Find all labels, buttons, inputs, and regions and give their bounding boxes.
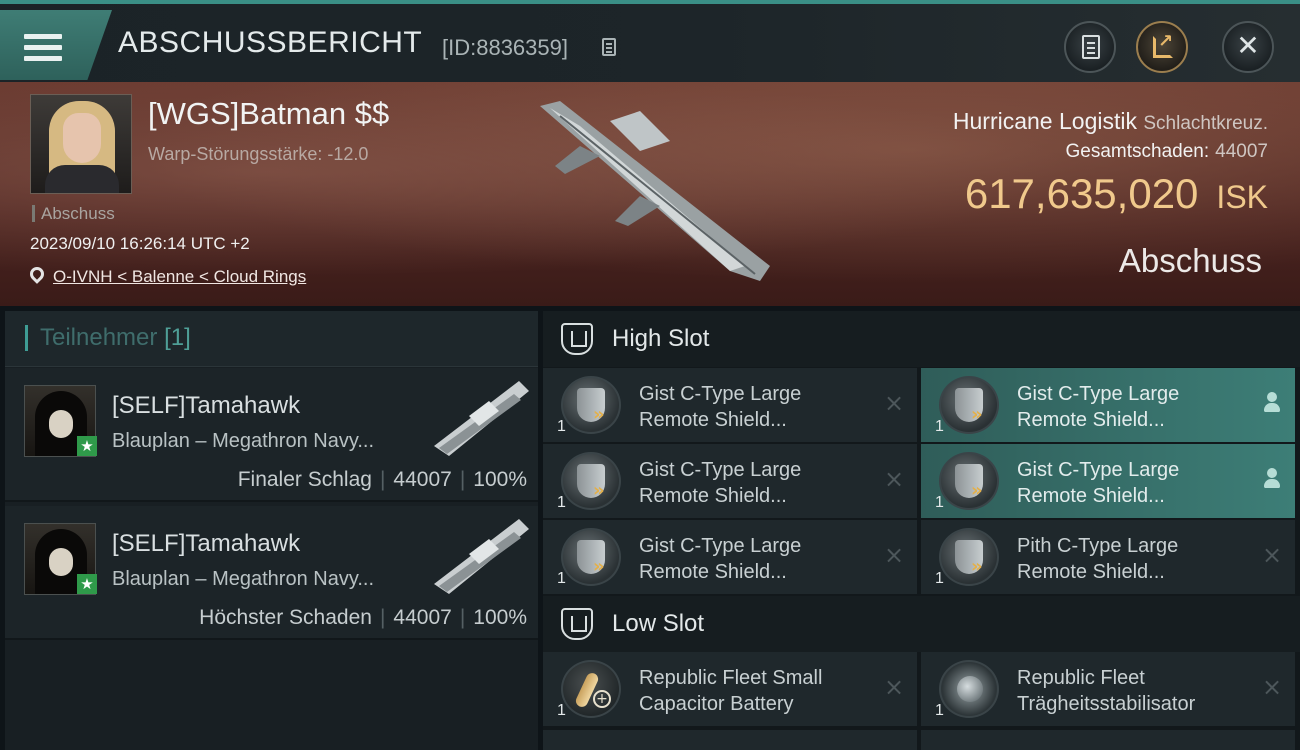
module-item[interactable]: » 1 Gist C-Type Large Remote Shield... ×	[543, 444, 917, 518]
user-icon	[1263, 392, 1281, 414]
location-pin-icon	[27, 264, 47, 284]
attacker-row[interactable]: ★ [SELF]Tamahawk Blauplan – Megathron Na…	[5, 506, 538, 640]
victim-ship-type: Hurricane Logistik Schlachtkreuz.	[952, 108, 1268, 134]
module-quantity: 1	[935, 494, 944, 511]
module-quantity: 1	[935, 570, 944, 587]
menu-icon	[24, 34, 62, 62]
module-item[interactable]: » 1 Gist C-Type Large Remote Shield...	[921, 444, 1295, 518]
module-item[interactable]	[543, 730, 917, 750]
module-quantity: 1	[935, 702, 944, 719]
close-button[interactable]: ✕	[1222, 21, 1274, 73]
low-slot-icon	[561, 608, 593, 640]
shield-booster-icon: »	[939, 528, 999, 586]
result-label: Abschuss	[1118, 242, 1262, 279]
participants-panel: Teilnehmer [1] ★ [SELF]Tamahawk Blauplan…	[5, 311, 538, 750]
close-icon: ✕	[1236, 29, 1260, 62]
star-icon: ★	[77, 574, 97, 594]
module-name: Gist C-Type Large Remote Shield...	[639, 535, 802, 583]
shield-booster-icon: »	[561, 376, 621, 434]
module-quantity: 1	[557, 494, 566, 511]
high-slot-title: High Slot	[612, 325, 710, 352]
header-bar: ABSCHUSSBERICHT [ID:8836359] ✕	[0, 0, 1300, 82]
attacker-row[interactable]: ★ [SELF]Tamahawk Blauplan – Megathron Na…	[5, 368, 538, 502]
participants-header: Teilnehmer [1]	[5, 311, 538, 367]
attacker-ship-image	[434, 381, 529, 456]
destroyed-icon: ×	[883, 541, 905, 569]
shield-booster-icon: »	[939, 452, 999, 510]
high-slot-icon	[561, 323, 593, 355]
high-slot-header: High Slot	[543, 311, 1300, 367]
share-icon	[1153, 31, 1173, 58]
destroyed-icon: ×	[883, 673, 905, 701]
page-title: ABSCHUSSBERICHT	[118, 26, 423, 59]
module-name: Republic Fleet Small Capacitor Battery	[639, 667, 823, 715]
inertial-stabilizer-icon	[939, 660, 999, 718]
module-quantity: 1	[557, 570, 566, 587]
victim-name[interactable]: [WGS]Batman $$	[148, 96, 389, 132]
menu-button[interactable]	[0, 10, 112, 80]
attacker-ship-image	[434, 519, 529, 594]
module-name: Republic Fleet Trägheitsstabilisator	[1017, 667, 1196, 715]
module-name: Pith C-Type Large Remote Shield...	[1017, 535, 1179, 583]
shield-booster-icon: »	[939, 376, 999, 434]
attacker-stats: Höchster Schaden | 44007 | 100%	[199, 606, 527, 629]
module-quantity: 1	[557, 418, 566, 435]
clipboard-button[interactable]	[1064, 21, 1116, 73]
user-icon	[1263, 468, 1281, 490]
attacker-stats: Finaler Schlag | 44007 | 100%	[237, 468, 527, 491]
module-item[interactable]: » 1 Gist C-Type Large Remote Shield... ×	[543, 368, 917, 442]
module-item[interactable]: 1 Republic Fleet Trägheitsstabilisator ×	[921, 652, 1295, 726]
destroyed-icon: ×	[883, 389, 905, 417]
event-type-label: Abschuss	[32, 205, 115, 222]
attacker-ship: Blauplan – Megathron Navy...	[112, 568, 375, 590]
module-item[interactable]: + 1 Republic Fleet Small Capacitor Batter…	[543, 652, 917, 726]
destroyed-icon: ×	[1261, 541, 1283, 569]
attacker-name: [SELF]Tamahawk	[112, 530, 301, 557]
module-quantity: 1	[557, 702, 566, 719]
participants-title: Teilnehmer [1]	[25, 325, 191, 351]
total-damage: Gesamtschaden: 44007	[1065, 141, 1268, 162]
low-slot-header: Low Slot	[543, 596, 1300, 652]
fitting-panel: High Slot » 1 Gist C-Type Large Remote Sh…	[543, 311, 1300, 750]
destroyed-icon: ×	[1261, 673, 1283, 701]
victim-ship-image[interactable]	[520, 96, 780, 286]
module-name: Gist C-Type Large Remote Shield...	[639, 383, 802, 431]
kill-datetime: 2023/09/10 16:26:14 UTC +2	[30, 234, 250, 253]
attacker-name: [SELF]Tamahawk	[112, 392, 301, 419]
star-icon: ★	[77, 436, 97, 456]
module-name: Gist C-Type Large Remote Shield...	[1017, 383, 1180, 431]
module-name: Gist C-Type Large Remote Shield...	[1017, 459, 1180, 507]
shield-booster-icon: »	[561, 528, 621, 586]
module-quantity: 1	[935, 418, 944, 435]
module-item[interactable]: » 1 Pith C-Type Large Remote Shield... ×	[921, 520, 1295, 594]
victim-banner: [WGS]Batman $$ Warp-Störungsstärke: -12.…	[0, 82, 1300, 306]
location-link[interactable]: O-IVNH < Balenne < Cloud Rings	[53, 267, 306, 287]
share-button[interactable]	[1136, 21, 1188, 73]
destroyed-icon: ×	[883, 465, 905, 493]
clipboard-icon	[1082, 35, 1100, 59]
isk-value: 617,635,020 ISK	[964, 170, 1268, 217]
report-id: [ID:8836359]	[442, 35, 568, 60]
capacitor-battery-icon: +	[561, 660, 621, 718]
module-item[interactable]	[921, 730, 1295, 750]
warp-strength: Warp-Störungsstärke: -12.0	[148, 144, 369, 164]
low-slot-title: Low Slot	[612, 610, 705, 637]
shield-booster-icon: »	[561, 452, 621, 510]
module-item[interactable]: » 1 Gist C-Type Large Remote Shield...	[921, 368, 1295, 442]
victim-portrait[interactable]	[30, 94, 132, 194]
attacker-ship: Blauplan – Megathron Navy...	[112, 430, 375, 452]
copy-icon[interactable]	[602, 38, 616, 56]
module-item[interactable]: » 1 Gist C-Type Large Remote Shield... ×	[543, 520, 917, 594]
module-name: Gist C-Type Large Remote Shield...	[639, 459, 802, 507]
